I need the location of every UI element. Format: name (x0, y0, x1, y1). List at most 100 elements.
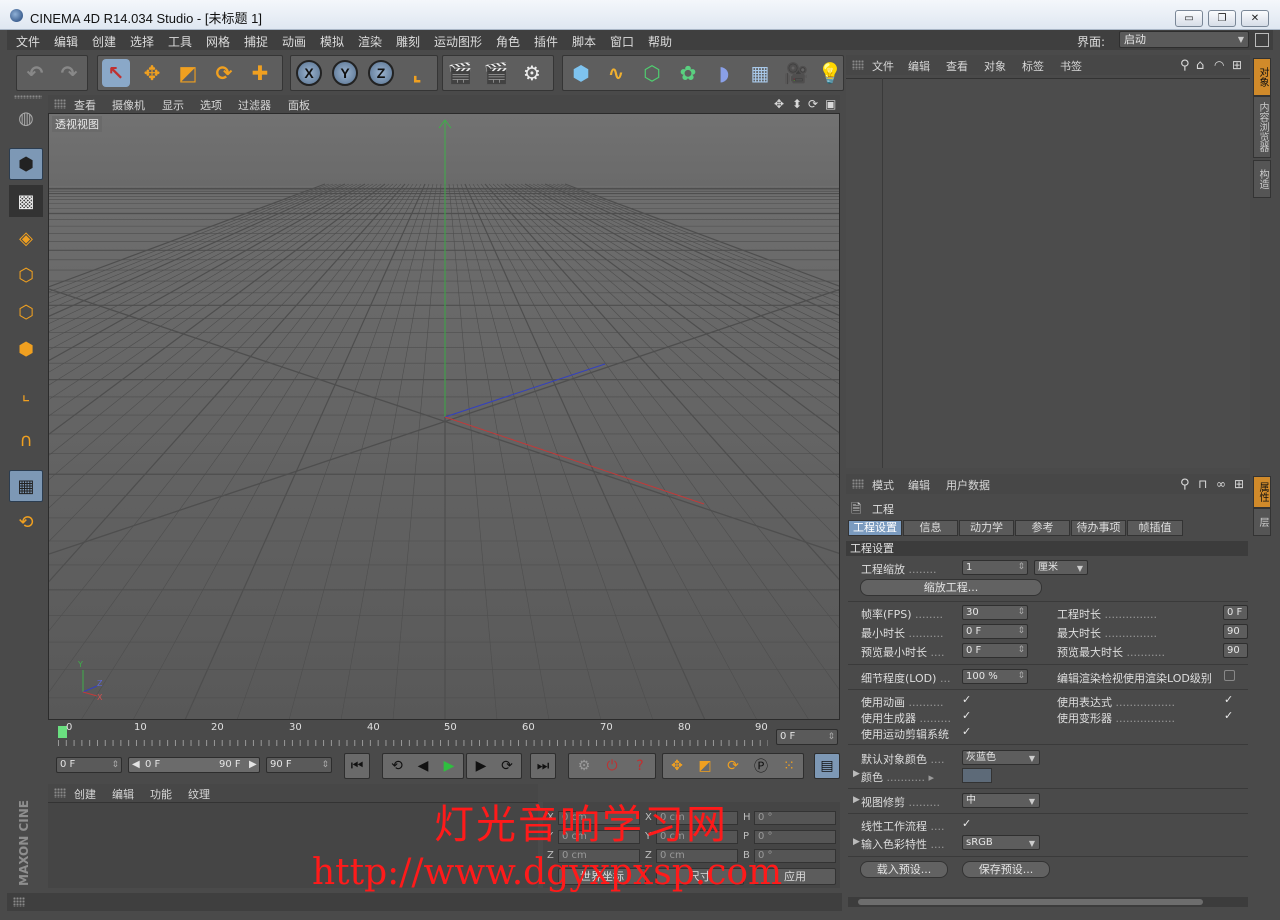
layout-select[interactable]: 启动 (1119, 31, 1249, 48)
left-toolbar-grip[interactable] (14, 95, 42, 99)
om-menu-objects[interactable]: 对象 (984, 58, 1006, 74)
undo-icon[interactable]: ↶ (19, 57, 51, 89)
polygons-mode-icon[interactable]: ⬢ (9, 333, 43, 365)
use-generators-checkbox[interactable]: ✓ (962, 710, 973, 722)
key-rotation-icon[interactable]: ⟳ (719, 758, 747, 774)
next-frame-icon[interactable]: ▶ (468, 758, 494, 774)
min-time-field[interactable]: 0 F (962, 624, 1028, 639)
om-menu-file[interactable]: 文件 (872, 58, 894, 74)
viewport-pan-icon[interactable]: ✥ (774, 97, 784, 111)
preview-range-slider[interactable]: ◀ 0 F 90 F ▶ (128, 757, 260, 773)
render-lod-checkbox[interactable] (1224, 670, 1235, 681)
am-link-icon[interactable]: ∞ (1216, 477, 1226, 491)
tab-content-browser[interactable]: 内容浏览器 (1253, 96, 1271, 158)
menu-create[interactable]: 创建 (92, 33, 116, 50)
material-menu-create[interactable]: 创建 (74, 786, 96, 802)
array-icon[interactable]: ✿ (672, 57, 704, 89)
menu-simulate[interactable]: 模拟 (320, 33, 344, 50)
material-menu-texture[interactable]: 纹理 (188, 786, 210, 802)
cube-icon[interactable]: ⬢ (565, 57, 597, 89)
texture-mode-icon[interactable]: ▩ (9, 185, 43, 217)
end-frame-field[interactable]: 90 F (266, 757, 332, 773)
object-manager-grip[interactable] (852, 60, 864, 70)
coord-rot-h-field[interactable]: 0 ° (754, 811, 836, 825)
tab-objects[interactable]: 对象 (1253, 58, 1271, 96)
prev-frame-icon[interactable]: ◀ (410, 758, 436, 774)
menu-render[interactable]: 渲染 (358, 33, 382, 50)
light-icon[interactable]: 💡 (814, 57, 846, 89)
om-menu-tags[interactable]: 标签 (1022, 58, 1044, 74)
view-clip-expand-icon[interactable]: ▶ (853, 795, 860, 805)
planar-workplane-icon[interactable]: ⟲ (9, 506, 43, 538)
viewport-menu-display[interactable]: 显示 (162, 97, 184, 113)
use-motion-system-checkbox[interactable]: ✓ (962, 726, 973, 738)
render-picture-viewer-icon[interactable]: 🎬 (480, 57, 512, 89)
am-menu-mode[interactable]: 模式 (872, 477, 894, 493)
preview-min-time-field[interactable]: 0 F (962, 643, 1028, 658)
viewport-toggle-icon[interactable]: ▣ (825, 97, 836, 111)
object-list-area[interactable] (846, 78, 1250, 468)
save-preset-button[interactable]: 保存预设... (962, 861, 1050, 878)
menu-select[interactable]: 选择 (130, 33, 154, 50)
autokey-icon[interactable]: ⏻ (598, 758, 626, 774)
am-tab-referencing[interactable]: 参考 (1015, 520, 1070, 536)
use-animation-checkbox[interactable]: ✓ (962, 694, 973, 706)
am-menu-edit[interactable]: 编辑 (908, 477, 930, 493)
om-menu-view[interactable]: 查看 (946, 58, 968, 74)
am-tab-dynamics[interactable]: 动力学 (959, 520, 1014, 536)
am-tab-info[interactable]: 信息 (903, 520, 958, 536)
om-home-icon[interactable]: ⌂ (1196, 58, 1204, 73)
preview-max-time-field[interactable]: 90 F (1223, 643, 1248, 658)
om-search-icon[interactable]: ⚲ (1180, 58, 1190, 73)
input-color-profile-select[interactable]: sRGB (962, 835, 1040, 850)
menu-snap[interactable]: 捕捉 (244, 33, 268, 50)
keyframe-selection-icon[interactable]: ? (626, 758, 654, 774)
material-menu-function[interactable]: 功能 (150, 786, 172, 802)
use-expression-checkbox[interactable]: ✓ (1224, 694, 1235, 706)
input-color-expand-icon[interactable]: ▶ (853, 837, 860, 847)
lod-field[interactable]: 100 % (962, 669, 1028, 684)
menu-mograph[interactable]: 运动图形 (434, 33, 482, 50)
om-eye-icon[interactable]: ◠ (1214, 58, 1224, 72)
scale-project-button[interactable]: 缩放工程... (860, 579, 1042, 596)
am-tab-project-settings[interactable]: 工程设置 (848, 520, 902, 536)
coord-rot-p-field[interactable]: 0 ° (754, 830, 836, 844)
camera-icon[interactable]: 🎥 (780, 57, 812, 89)
redo-icon[interactable]: ↷ (53, 57, 85, 89)
key-scale-icon[interactable]: ◩ (691, 758, 719, 774)
deformer-icon[interactable]: ◗ (708, 57, 740, 89)
model-mode-icon[interactable]: ⬢ (9, 148, 43, 180)
object-list-divider[interactable] (882, 78, 883, 468)
color-expand-icon[interactable]: ▶ (853, 769, 860, 779)
tab-layers[interactable]: 层 (1253, 508, 1271, 536)
goto-end-icon[interactable]: ⏭ (530, 753, 556, 779)
tab-structure[interactable]: 构造 (1253, 160, 1271, 198)
viewport-rotate-icon[interactable]: ⟳ (808, 97, 818, 111)
render-settings-icon[interactable]: ⚙ (516, 57, 548, 89)
load-preset-button[interactable]: 载入预设... (860, 861, 948, 878)
attribute-manager-grip[interactable] (852, 479, 864, 489)
maximize-button[interactable]: ❐ (1208, 10, 1236, 27)
workplane-lock-icon[interactable]: ▦ (9, 470, 43, 502)
make-editable-icon[interactable]: ◍ (9, 102, 43, 134)
menu-mesh[interactable]: 网格 (206, 33, 230, 50)
snap-magnet-icon[interactable]: ∩ (9, 424, 43, 456)
viewport-grip[interactable] (54, 99, 66, 109)
status-grip[interactable] (13, 897, 25, 907)
menu-plugins[interactable]: 插件 (534, 33, 558, 50)
viewport-zoom-icon[interactable]: ⬍ (792, 97, 802, 111)
perspective-viewport[interactable]: Y Z X (48, 113, 840, 720)
attribute-horizontal-scrollbar[interactable] (848, 897, 1248, 907)
prev-key-icon[interactable]: ⟲ (384, 758, 410, 774)
menu-edit[interactable]: 编辑 (54, 33, 78, 50)
om-menu-bookmarks[interactable]: 书签 (1060, 58, 1082, 74)
menu-character[interactable]: 角色 (496, 33, 520, 50)
project-scale-field[interactable]: 1 (962, 560, 1028, 575)
x-axis-lock-icon[interactable]: X (293, 57, 325, 89)
viewport-menu-view[interactable]: 查看 (74, 97, 96, 113)
tab-attributes[interactable]: 属性 (1253, 476, 1271, 508)
timeline-window-icon[interactable]: ▤ (814, 753, 840, 779)
subdivision-surface-icon[interactable]: ⬡ (636, 57, 668, 89)
am-tab-key-interpolation[interactable]: 帧插值 (1127, 520, 1183, 536)
menu-window[interactable]: 窗口 (610, 33, 634, 50)
